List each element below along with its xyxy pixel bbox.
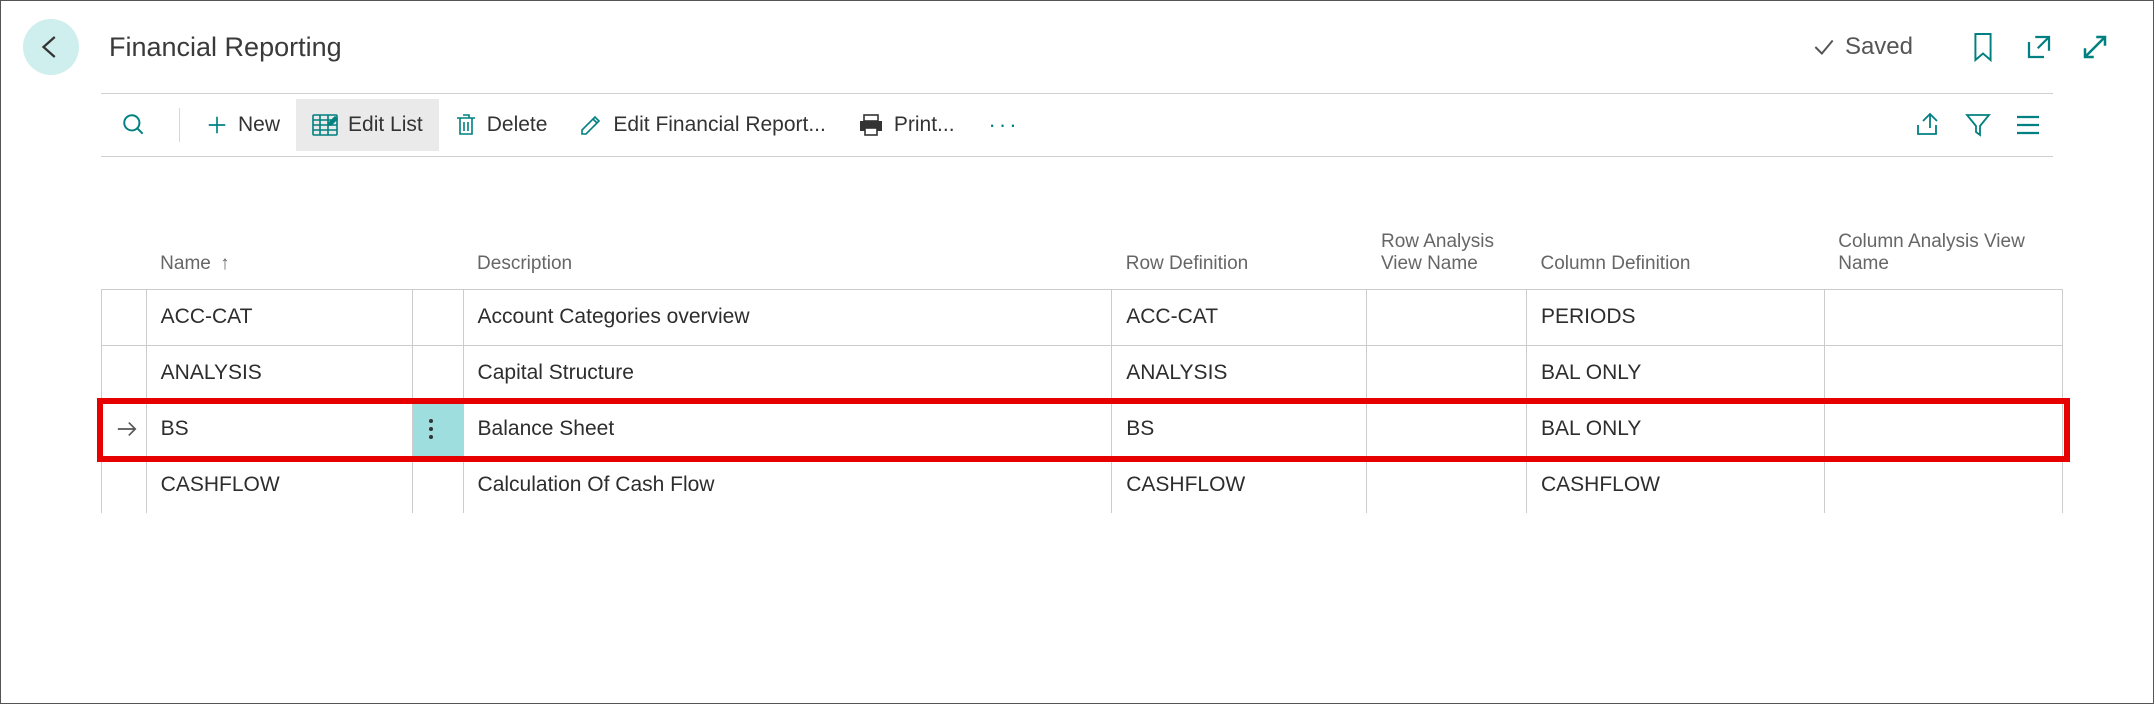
column-header-column-analysis-view[interactable]: Column Analysis View Name <box>1824 179 2062 289</box>
cell-row-analysis-view[interactable] <box>1367 401 1527 457</box>
cell-column-analysis-view[interactable] <box>1824 345 2062 401</box>
popout-button[interactable] <box>2021 29 2057 65</box>
cell-column-analysis-view[interactable] <box>1824 401 2062 457</box>
table-row[interactable]: ANALYSISCapital StructureANALYSISBAL ONL… <box>102 345 2063 401</box>
pencil-icon <box>579 113 603 137</box>
column-header-row-definition[interactable]: Row Definition <box>1112 179 1367 289</box>
cell-description[interactable]: Capital Structure <box>463 345 1112 401</box>
share-icon <box>1914 112 1942 138</box>
cell-column-definition[interactable]: BAL ONLY <box>1526 401 1824 457</box>
saved-label: Saved <box>1845 33 1913 61</box>
expand-icon <box>2080 32 2110 62</box>
cell-row-analysis-view[interactable] <box>1367 457 1527 513</box>
cell-column-analysis-view[interactable] <box>1824 457 2062 513</box>
row-menu-button[interactable] <box>412 289 463 345</box>
new-label: New <box>238 113 280 137</box>
print-label: Print... <box>894 113 955 137</box>
edit-list-label: Edit List <box>348 113 423 137</box>
edit-report-label: Edit Financial Report... <box>613 113 825 137</box>
cell-row-definition[interactable]: CASHFLOW <box>1112 457 1367 513</box>
financial-reports-table: Name ↑ Description Row Definition Row An… <box>101 179 2063 513</box>
printer-icon <box>858 113 884 137</box>
saved-indicator: Saved <box>1811 33 1913 61</box>
cell-column-definition[interactable]: PERIODS <box>1526 289 1824 345</box>
plus-icon <box>206 114 228 136</box>
edit-list-button[interactable]: Edit List <box>296 99 439 151</box>
cell-description[interactable]: Account Categories overview <box>463 289 1112 345</box>
list-view-button[interactable] <box>2007 104 2049 146</box>
search-icon <box>121 112 147 138</box>
arrow-left-icon <box>36 32 66 62</box>
row-menu-button[interactable] <box>412 345 463 401</box>
row-selector[interactable] <box>102 457 147 513</box>
search-button[interactable] <box>109 99 169 151</box>
cell-column-analysis-view[interactable] <box>1824 289 2062 345</box>
cell-row-definition[interactable]: ANALYSIS <box>1112 345 1367 401</box>
sort-asc-icon: ↑ <box>220 253 230 275</box>
print-button[interactable]: Print... <box>842 99 971 151</box>
list-icon <box>2014 113 2042 137</box>
row-menu-button[interactable] <box>412 457 463 513</box>
row-selector[interactable] <box>102 289 147 345</box>
cell-description[interactable]: Balance Sheet <box>463 401 1112 457</box>
bookmark-icon <box>1970 31 1996 63</box>
column-header-name[interactable]: Name ↑ <box>146 179 412 289</box>
cell-row-definition[interactable]: ACC-CAT <box>1112 289 1367 345</box>
cell-row-definition[interactable]: BS <box>1112 401 1367 457</box>
cell-row-analysis-view[interactable] <box>1367 289 1527 345</box>
table-row[interactable]: ACC-CATAccount Categories overviewACC-CA… <box>102 289 2063 345</box>
table-row[interactable]: CASHFLOWCalculation Of Cash FlowCASHFLOW… <box>102 457 2063 513</box>
column-header-description[interactable]: Description <box>463 179 1112 289</box>
row-selector[interactable] <box>102 345 147 401</box>
cell-column-definition[interactable]: CASHFLOW <box>1526 457 1824 513</box>
ellipsis-icon: ··· <box>989 112 1020 138</box>
delete-label: Delete <box>487 113 548 137</box>
new-button[interactable]: New <box>190 99 296 151</box>
filter-button[interactable] <box>1957 104 1999 146</box>
cell-name[interactable]: ACC-CAT <box>146 289 412 345</box>
cell-name[interactable]: ANALYSIS <box>146 345 412 401</box>
cell-description[interactable]: Calculation Of Cash Flow <box>463 457 1112 513</box>
toolbar-separator <box>179 108 180 142</box>
cell-name[interactable]: BS <box>146 401 412 457</box>
page-title: Financial Reporting <box>109 32 342 63</box>
row-menu-button[interactable] <box>412 401 463 457</box>
expand-button[interactable] <box>2077 29 2113 65</box>
column-header-column-definition[interactable]: Column Definition <box>1526 179 1824 289</box>
cell-name[interactable]: CASHFLOW <box>146 457 412 513</box>
more-actions-button[interactable]: ··· <box>971 99 1038 151</box>
funnel-icon <box>1964 112 1992 138</box>
cell-column-definition[interactable]: BAL ONLY <box>1526 345 1824 401</box>
row-selector[interactable] <box>102 401 147 457</box>
column-header-row-analysis-view[interactable]: Row Analysis View Name <box>1367 179 1527 289</box>
check-icon <box>1811 34 1837 60</box>
edit-list-icon <box>312 114 338 136</box>
trash-icon <box>455 113 477 137</box>
table-row[interactable]: BSBalance SheetBSBAL ONLY <box>102 401 2063 457</box>
edit-report-button[interactable]: Edit Financial Report... <box>563 99 841 151</box>
back-button[interactable] <box>23 19 79 75</box>
bookmark-button[interactable] <box>1965 29 2001 65</box>
popout-icon <box>2024 32 2054 62</box>
share-button[interactable] <box>1907 104 1949 146</box>
cell-row-analysis-view[interactable] <box>1367 345 1527 401</box>
delete-button[interactable]: Delete <box>439 99 564 151</box>
